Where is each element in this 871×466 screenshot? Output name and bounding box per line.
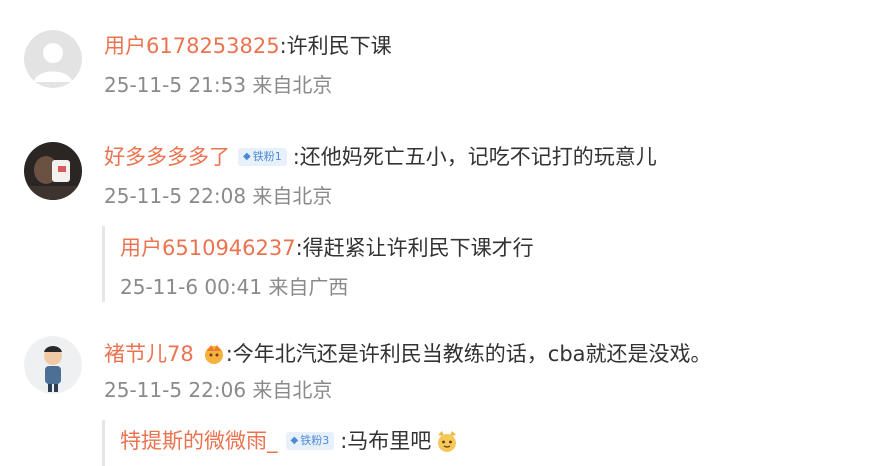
comment-meta: 25-11-5 22:08 来自北京 xyxy=(104,184,333,208)
reply-divider xyxy=(102,420,105,466)
comment-meta: 25-11-5 22:06 来自北京 xyxy=(104,378,333,402)
cat-face-emoji-icon xyxy=(435,429,459,453)
reply-text: :马布里吧 xyxy=(340,429,432,453)
comment-username[interactable]: 用户6178253825 xyxy=(104,32,280,60)
reply-divider xyxy=(102,226,105,302)
avatar-user[interactable] xyxy=(24,336,82,394)
fan-badge: ◆ 铁粉3 xyxy=(285,432,335,450)
comment-text: :还他妈死亡五小，记吃不记打的玩意儿 xyxy=(292,145,657,169)
comment-meta: 25-11-5 21:53 来自北京 xyxy=(104,73,333,97)
up-arrow-icon: ◆ xyxy=(290,435,299,446)
reply-text: :得赶紧让许利民下课才行 xyxy=(295,236,534,260)
avatar-default[interactable] xyxy=(24,30,82,88)
up-arrow-icon: ◆ xyxy=(243,151,251,162)
reply-username[interactable]: 特提斯的微微雨_ xyxy=(120,427,278,455)
comment-username[interactable]: 好多多多多了 xyxy=(104,143,230,171)
comment-username[interactable]: 褚节儿78 xyxy=(104,340,194,368)
comment-text: :许利民下课 xyxy=(279,34,392,58)
fan-crown-icon xyxy=(202,342,226,366)
reply-meta: 25-11-6 00:41 来自广西 xyxy=(120,275,349,299)
fan-badge: ◆ 铁粉1 xyxy=(238,148,287,166)
fan-badge-label: 铁粉3 xyxy=(300,434,330,447)
comment-text: :今年北汽还是许利民当教练的话，cba就还是没戏。 xyxy=(225,342,712,366)
avatar-user[interactable] xyxy=(24,142,82,200)
fan-badge-label: 铁粉1 xyxy=(252,150,282,163)
reply-username[interactable]: 用户6510946237 xyxy=(120,234,296,262)
